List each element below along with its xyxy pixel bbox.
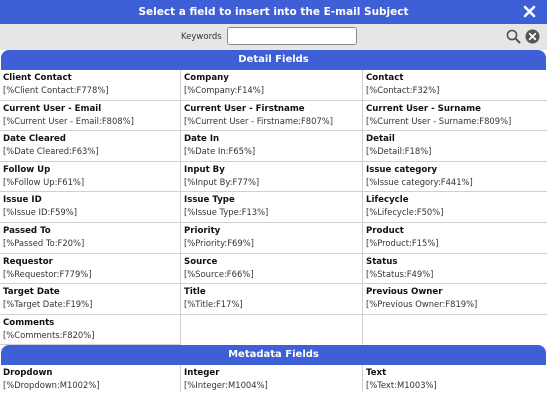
field-code: [%Status:F49%]: [366, 268, 434, 279]
field-item[interactable]: Status [%Status:F49%]: [363, 254, 547, 285]
field-name: Company: [184, 73, 229, 83]
field-code: [%Lifecycle:F50%]: [366, 207, 444, 218]
field-item[interactable]: Input By [%Input By:F77%]: [181, 161, 363, 193]
field-item[interactable]: Priority [%Priority:F69%]: [181, 222, 363, 254]
field-name: Requestor: [3, 256, 53, 267]
field-name: Date Cleared: [3, 134, 66, 145]
field-code: [%Issue category:F441%]: [366, 176, 473, 187]
field-item[interactable]: Comments [%Comments:F820%]: [0, 314, 181, 346]
field-name: Source: [184, 256, 218, 267]
field-code: [%Detail:F18%]: [366, 146, 432, 157]
field-item[interactable]: Issue category [%Issue category:F441%]: [363, 162, 547, 193]
field-item[interactable]: Passed To [%Passed To:F20%]: [0, 222, 181, 254]
field-code: [%Requestor:F779%]: [3, 268, 92, 279]
field-item[interactable]: Current User - Firstname [%Current User -…: [181, 100, 363, 132]
field-code: [%Integer:M1004%]: [184, 380, 268, 391]
field-item[interactable]: Issue ID [%Issue ID:F59%]: [0, 192, 181, 223]
field-name: Lifecycle: [366, 195, 409, 206]
field-code: [%Contact:F32%]: [366, 85, 440, 95]
field-code: [%Company:F14%]: [184, 85, 264, 95]
empty-cell: [181, 314, 363, 346]
empty-cell: [363, 315, 547, 346]
clear-search-icon[interactable]: [525, 29, 540, 47]
field-name: Passed To: [3, 225, 51, 236]
field-name: Current User - Surname: [366, 103, 481, 114]
field-code: [%Date In:F65%]: [184, 146, 256, 157]
field-code: [%Issue Type:F13%]: [184, 207, 269, 218]
field-item[interactable]: Target Date [%Target Date:F19%]: [0, 284, 181, 315]
field-name: Issue ID: [3, 195, 42, 206]
field-code: [%Current User - Firstname:F807%]: [184, 115, 334, 126]
field-name: Date In: [184, 134, 220, 145]
field-item[interactable]: Client Contact [%Client Contact:F778%]: [0, 70, 181, 101]
field-code: [%Text:M1003%]: [366, 380, 437, 391]
search-icon[interactable]: [506, 29, 521, 47]
field-code: [%Date Cleared:F63%]: [3, 146, 99, 157]
detail-fields-header: Detail Fields: [1, 50, 546, 70]
field-code: [%Product:F15%]: [366, 237, 439, 248]
field-code: [%Input By:F77%]: [184, 176, 260, 187]
field-code: [%Follow Up:F61%]: [3, 176, 85, 187]
field-name: Contact: [366, 73, 404, 83]
field-item[interactable]: Lifecycle [%Lifecycle:F50%]: [363, 192, 547, 223]
field-name: Issue category: [366, 164, 438, 175]
field-item[interactable]: Dropdown [%Dropdown:M1002%]: [0, 365, 181, 393]
field-name: Previous Owner: [366, 287, 443, 298]
search-bar: Keywords: [0, 24, 547, 50]
field-code: [%Passed To:F20%]: [3, 237, 85, 248]
field-name: Client Contact: [3, 73, 72, 83]
metadata-fields-header: Metadata Fields: [1, 345, 546, 366]
field-item[interactable]: Product [%Product:F15%]: [363, 223, 547, 254]
field-name: Current User - Firstname: [184, 103, 305, 114]
field-item[interactable]: Date Cleared [%Date Cleared:F63%]: [0, 131, 181, 162]
field-name: Dropdown: [3, 368, 53, 379]
field-code: [%Comments:F820%]: [3, 329, 95, 340]
field-code: [%Previous Owner:F819%]: [366, 299, 478, 310]
field-code: [%Issue ID:F59%]: [3, 207, 77, 218]
field-item[interactable]: Follow Up [%Follow Up:F61%]: [0, 161, 181, 193]
field-code: [%Current User - Email:F808%]: [3, 115, 134, 126]
field-item[interactable]: Requestor [%Requestor:F779%]: [0, 253, 181, 285]
field-code: [%Target Date:F19%]: [3, 299, 93, 310]
field-item[interactable]: Contact [%Contact:F32%]: [363, 70, 547, 101]
field-item[interactable]: Text [%Text:M1003%]: [363, 365, 547, 392]
field-name: Detail: [366, 134, 395, 145]
field-item[interactable]: Issue Type [%Issue Type:F13%]: [181, 192, 363, 223]
field-name: Target Date: [3, 287, 60, 298]
field-code: [%Priority:F69%]: [184, 237, 254, 248]
field-item[interactable]: Integer [%Integer:M1004%]: [181, 365, 363, 393]
field-item[interactable]: Current User - Surname [%Current User - S…: [363, 101, 547, 132]
field-name: Status: [366, 256, 398, 267]
field-code: [%Title:F17%]: [184, 299, 243, 310]
metadata-fields-grid: Dropdown [%Dropdown:M1002%] Integer [%Integ…: [0, 365, 547, 393]
field-item[interactable]: Company [%Company:F14%]: [181, 70, 363, 101]
field-item[interactable]: Date In [%Date In:F65%]: [181, 131, 363, 162]
dialog-title-bar: Select a field to insert into the E-mail…: [0, 0, 547, 24]
field-name: Current User - Email: [3, 103, 102, 114]
field-name: Integer: [184, 368, 220, 379]
field-code: [%Client Contact:F778%]: [3, 85, 109, 95]
field-item[interactable]: Source [%Source:F66%]: [181, 253, 363, 285]
field-name: Priority: [184, 225, 221, 236]
field-item[interactable]: Current User - Email [%Current User - Ema…: [0, 100, 181, 132]
field-code: [%Source:F66%]: [184, 268, 254, 279]
field-name: Title: [184, 287, 206, 298]
field-item[interactable]: Previous Owner [%Previous Owner:F819%]: [363, 284, 547, 315]
detail-fields-grid: Client Contact [%Client Contact:F778%] Com…: [0, 70, 547, 346]
field-name: Follow Up: [3, 164, 51, 175]
field-name: Input By: [184, 164, 225, 175]
field-name: Text: [366, 368, 387, 379]
field-item[interactable]: Title [%Title:F17%]: [181, 284, 363, 315]
field-name: Issue Type: [184, 195, 235, 206]
keywords-input[interactable]: [227, 27, 357, 45]
field-name: Product: [366, 225, 404, 236]
close-icon[interactable]: [523, 0, 537, 24]
field-name: Comments: [3, 317, 55, 328]
field-item[interactable]: Detail [%Detail:F18%]: [363, 131, 547, 162]
field-code: [%Dropdown:M1002%]: [3, 380, 100, 391]
dialog-title: Select a field to insert into the E-mail…: [138, 6, 409, 18]
keywords-label: Keywords: [181, 32, 222, 42]
field-code: [%Current User - Surname:F809%]: [366, 115, 512, 126]
